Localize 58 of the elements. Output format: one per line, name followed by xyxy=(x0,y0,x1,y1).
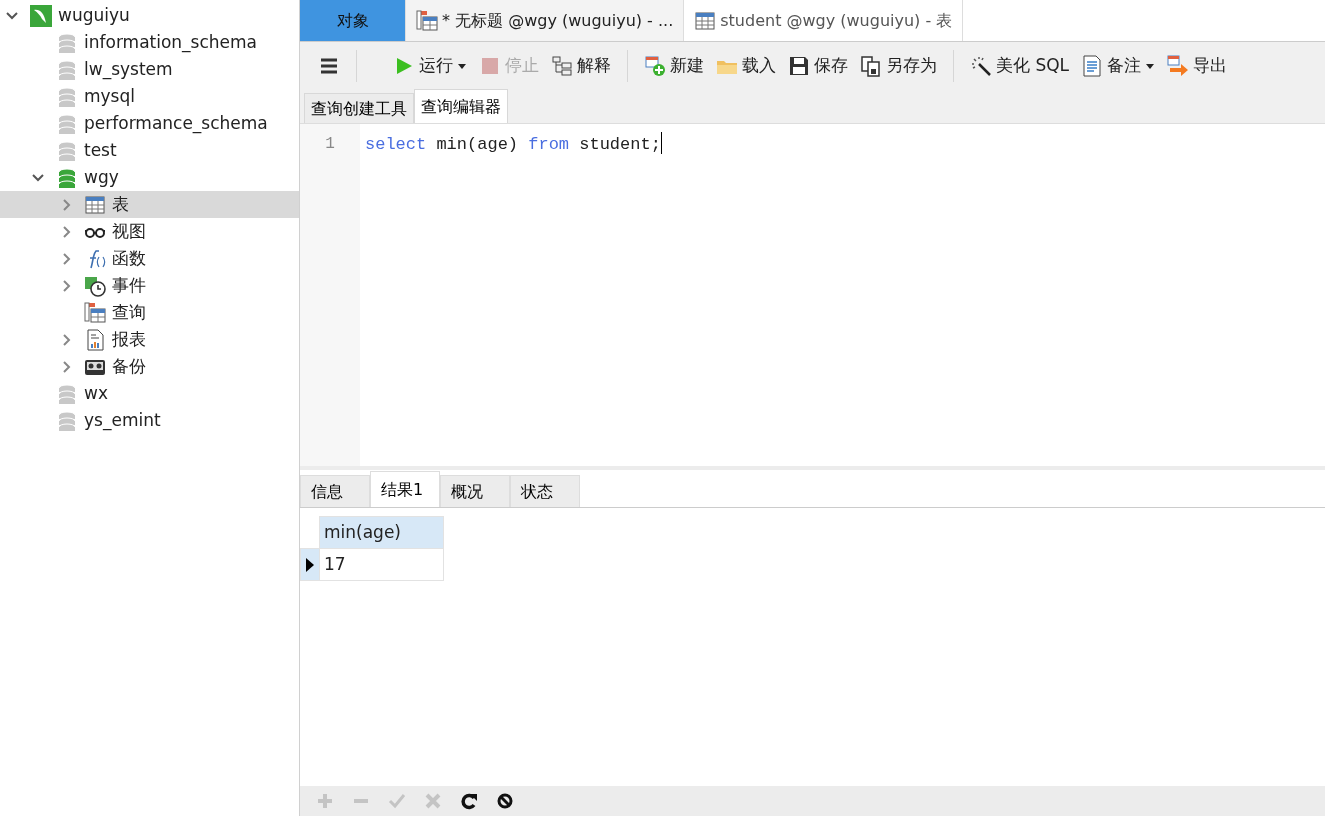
save-icon xyxy=(788,55,810,77)
table-icon xyxy=(84,193,106,216)
editor-tab[interactable]: 查询创建工具 xyxy=(304,93,414,123)
load-button[interactable]: 载入 xyxy=(712,51,780,81)
explain-icon xyxy=(551,55,573,77)
tree-item[interactable]: wx xyxy=(0,380,299,407)
result-tab[interactable]: 结果1 xyxy=(370,471,440,507)
check-icon xyxy=(388,792,406,810)
minus-icon xyxy=(352,798,370,804)
magic-wand-icon xyxy=(970,55,992,77)
tree-item[interactable]: test xyxy=(0,137,299,164)
result-tab[interactable]: 概况 xyxy=(440,475,510,507)
clock-icon xyxy=(84,274,106,297)
run-button[interactable]: 运行 xyxy=(389,51,471,81)
document-tab[interactable]: * 无标题 @wgy (wuguiyu) - ... xyxy=(406,0,685,41)
tree-item[interactable]: information_schema xyxy=(0,29,299,56)
query-icon xyxy=(416,9,438,32)
tree-item[interactable]: 报表 xyxy=(0,326,299,353)
tree-item[interactable]: 事件 xyxy=(0,272,299,299)
plus-icon xyxy=(316,792,334,810)
explain-button[interactable]: 解释 xyxy=(547,51,615,81)
comment-button[interactable]: 备注 xyxy=(1077,51,1160,81)
saveas-button[interactable]: 另存为 xyxy=(856,51,941,81)
export-button[interactable]: 导出 xyxy=(1163,51,1232,81)
table-icon xyxy=(694,9,717,32)
cross-icon xyxy=(424,792,442,810)
beautify-button[interactable]: 美化 SQL xyxy=(966,51,1074,81)
column-header[interactable]: min(age) xyxy=(319,516,444,549)
tree-item[interactable]: 函数 xyxy=(0,245,299,272)
refresh-icon xyxy=(460,792,478,810)
result-tab[interactable]: 信息 xyxy=(300,475,370,507)
objects-tab[interactable]: 对象 xyxy=(300,0,406,41)
tree-item[interactable]: wgy xyxy=(0,164,299,191)
stop-icon xyxy=(479,55,501,77)
result-tab[interactable]: 状态 xyxy=(510,475,580,507)
stop-sign-icon xyxy=(496,792,514,810)
tree-item[interactable]: 表 xyxy=(0,191,299,218)
server-icon xyxy=(30,4,52,27)
tree-item[interactable]: performance_schema xyxy=(0,110,299,137)
new-button[interactable]: 新建 xyxy=(640,51,708,81)
table-cell: 17 xyxy=(319,548,444,581)
query-icon xyxy=(84,301,106,324)
tree-item[interactable]: 视图 xyxy=(0,218,299,245)
tree-item[interactable]: lw_system xyxy=(0,56,299,83)
tree-item[interactable]: 查询 xyxy=(0,299,299,326)
tree-item[interactable]: 备份 xyxy=(0,353,299,380)
new-icon xyxy=(644,55,666,77)
line-number: 1 xyxy=(324,134,336,155)
tree-item[interactable]: mysql xyxy=(0,83,299,110)
save-button[interactable]: 保存 xyxy=(784,51,852,81)
export-icon xyxy=(1167,55,1190,77)
editor-tab[interactable]: 查询编辑器 xyxy=(414,89,508,123)
tree-item[interactable]: ys_emint xyxy=(0,407,299,434)
report-icon xyxy=(84,328,106,351)
document-icon xyxy=(1081,55,1104,77)
code-line: select min(age) from student; xyxy=(365,134,661,156)
save-as-icon xyxy=(860,55,882,77)
tree-item[interactable]: wuguiyu xyxy=(0,2,299,29)
